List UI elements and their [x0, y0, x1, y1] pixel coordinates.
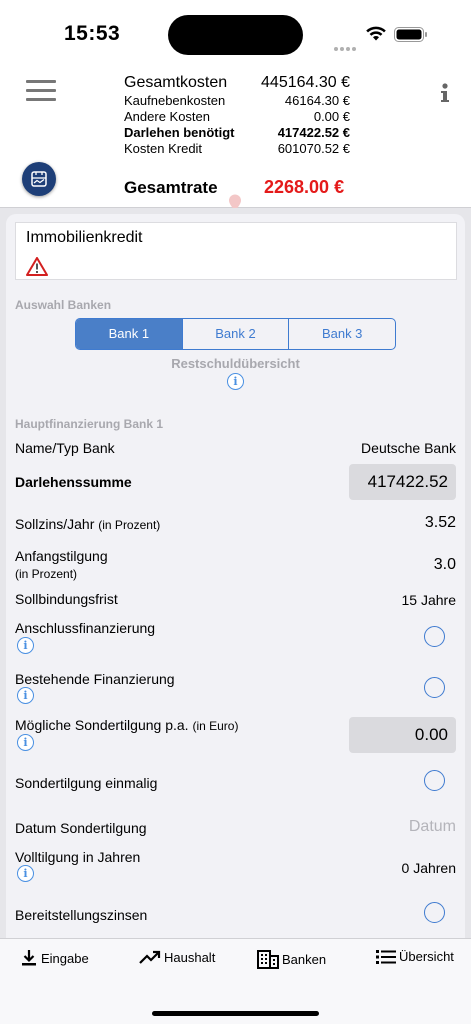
status-time: 15:53: [64, 22, 121, 45]
tab-banks-label: Banken: [282, 951, 327, 967]
summary-value: 601070.52 €: [277, 141, 350, 156]
tab-bar: Eingabe Haushalt Banken Übersicht: [0, 938, 471, 1024]
summary-value: 445164.30 €: [261, 74, 350, 91]
summary-row-other-costs: Andere Kosten 0.00 €: [124, 109, 350, 124]
special-repayment-date-input[interactable]: Datum: [409, 818, 456, 836]
full-repayment-value: 0 Jahren: [401, 860, 456, 876]
download-icon: [22, 950, 36, 966]
info-icon[interactable]: i: [227, 373, 244, 390]
existing-financing-label: Bestehende Finanzierung: [15, 671, 175, 687]
one-time-special-repayment-toggle[interactable]: [424, 770, 445, 791]
existing-financing-toggle[interactable]: [424, 677, 445, 698]
fixed-interest-period-label: Sollbindungsfrist: [15, 591, 118, 607]
battery-icon: [394, 27, 427, 42]
interest-rate-label-text: Sollzins/Jahr: [15, 516, 95, 532]
one-time-special-repayment-label: Sondertilgung einmalig: [15, 775, 158, 791]
tab-input[interactable]: Eingabe: [20, 949, 89, 967]
interest-rate-value[interactable]: 3.52: [425, 514, 456, 532]
status-bar: 15:53: [0, 0, 471, 66]
info-icon[interactable]: i: [17, 687, 34, 704]
calculator-button[interactable]: [22, 162, 56, 196]
initial-repayment-unit: (in Prozent): [15, 567, 78, 581]
tab-bank-3[interactable]: Bank 3: [289, 319, 395, 349]
special-repayment-date-label: Datum Sondertilgung: [15, 820, 147, 836]
info-icon[interactable]: i: [17, 637, 34, 654]
summary-row-loan-needed: Darlehen benötigt 417422.52 €: [124, 125, 350, 140]
summary-header: Gesamtkosten 445164.30 € Kaufnebenkosten…: [0, 66, 471, 211]
special-repayment-unit: (in Euro): [192, 719, 239, 733]
tab-household[interactable]: Haushalt: [139, 949, 215, 965]
tab-bank-2[interactable]: Bank 2: [183, 319, 290, 349]
hamburger-menu-icon[interactable]: [26, 80, 56, 102]
info-icon[interactable]: [438, 82, 452, 104]
summary-row-additional-costs: Kaufnebenkosten 46164.30 €: [124, 93, 350, 108]
loan-amount-label: Darlehenssumme: [15, 474, 132, 490]
special-repayment-input[interactable]: 0.00: [349, 717, 456, 753]
loan-amount-input[interactable]: 417422.52: [349, 464, 456, 500]
building-icon: [257, 950, 279, 969]
summary-label: Andere Kosten: [124, 109, 211, 124]
initial-repayment-label: Anfangstilgung: [15, 548, 108, 564]
interest-rate-unit: (in Prozent): [98, 518, 161, 532]
special-repayment-label-text: Mögliche Sondertilgung p.a.: [15, 717, 189, 733]
bank-selection-heading: Auswahl Banken: [15, 298, 112, 312]
summary-label: Gesamtkosten: [124, 74, 228, 91]
loan-type-card: Immobilienkredit: [15, 222, 457, 280]
main-content[interactable]: Immobilienkredit Auswahl Banken Bank 1 B…: [0, 208, 471, 938]
trend-up-icon: [139, 950, 161, 964]
home-indicator: [152, 1011, 319, 1016]
bank-name-label: Name/Typ Bank: [15, 440, 115, 456]
list-icon: [376, 949, 396, 964]
info-icon[interactable]: i: [17, 865, 34, 882]
special-repayment-label: Mögliche Sondertilgung p.a. (in Euro): [15, 717, 238, 733]
full-repayment-label: Volltilgung in Jahren: [15, 849, 141, 865]
signal-icon: [334, 38, 358, 51]
tab-overview[interactable]: Übersicht: [376, 949, 454, 964]
summary-row-total: Gesamtkosten 445164.30 €: [124, 74, 350, 92]
main-financing-heading: Hauptfinanzierung Bank 1: [15, 417, 164, 431]
follow-up-financing-label: Anschlussfinanzierung: [15, 620, 156, 636]
tab-banks[interactable]: Banken: [257, 949, 326, 969]
bank-name-value[interactable]: Deutsche Bank: [361, 440, 456, 456]
summary-value: 0.00 €: [313, 109, 350, 124]
commitment-interest-label: Bereitstellungszinsen: [15, 907, 148, 923]
tab-bank-1[interactable]: Bank 1: [76, 319, 183, 349]
tab-input-label: Eingabe: [41, 950, 89, 966]
follow-up-financing-toggle[interactable]: [424, 626, 445, 647]
loan-type-title: Immobilienkredit: [26, 229, 143, 246]
tab-household-label: Haushalt: [164, 949, 216, 965]
summary-value: 46164.30 €: [284, 93, 350, 108]
fixed-interest-period-value[interactable]: 15 Jahre: [402, 592, 456, 608]
commitment-interest-toggle[interactable]: [424, 902, 445, 923]
summary-row-credit-costs: Kosten Kredit 601070.52 €: [124, 141, 350, 156]
summary-label: Darlehen benötigt: [124, 125, 235, 140]
warning-icon[interactable]: [26, 257, 48, 276]
summary-label: Kosten Kredit: [124, 141, 203, 156]
dynamic-island: [168, 15, 303, 55]
tab-overview-label: Übersicht: [399, 949, 454, 964]
total-rate-value: 2268.00 €: [264, 177, 345, 197]
summary-label: Kaufnebenkosten: [124, 93, 226, 108]
residual-debt-overview-label[interactable]: Restschuldübersicht: [0, 356, 471, 371]
bank-segmented-control[interactable]: Bank 1 Bank 2 Bank 3: [75, 318, 396, 350]
interest-rate-label: Sollzins/Jahr (in Prozent): [15, 516, 160, 532]
wifi-icon: [366, 26, 386, 41]
initial-repayment-value[interactable]: 3.0: [434, 556, 456, 574]
calculator-icon: [31, 171, 47, 187]
info-icon[interactable]: i: [17, 734, 34, 751]
total-rate-label: Gesamtrate: [124, 178, 218, 197]
summary-value: 417422.52 €: [277, 125, 350, 140]
